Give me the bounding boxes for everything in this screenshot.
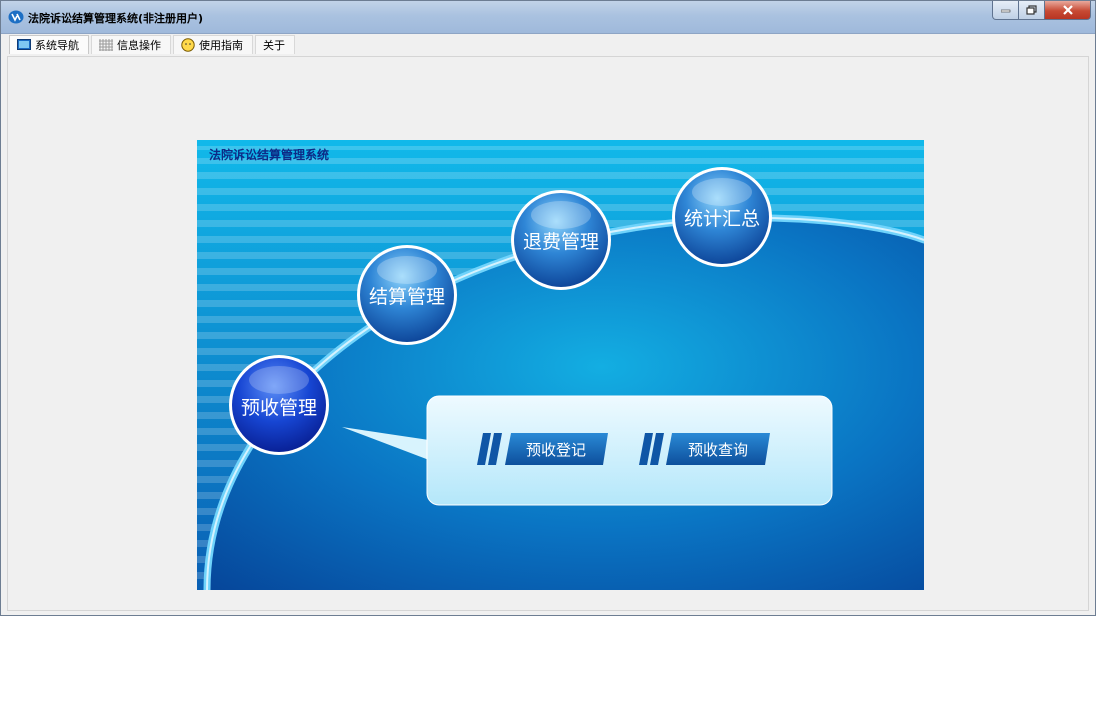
- restore-icon: [1026, 5, 1037, 15]
- menu-label: 信息操作: [117, 39, 161, 52]
- circle-label: 统计汇总: [684, 208, 760, 230]
- prepay-register-button[interactable]: 预收登记: [477, 433, 608, 465]
- monitor-icon: [17, 39, 31, 50]
- circle-prepay-mgmt[interactable]: 预收管理: [229, 355, 329, 455]
- app-logo-icon: [8, 10, 24, 24]
- menu-bar: 系统导航 信息操作 使用指南 关于: [9, 35, 297, 55]
- action-label: 预收查询: [688, 441, 748, 459]
- restore-button[interactable]: [1019, 1, 1045, 20]
- minimize-icon: [1000, 9, 1010, 13]
- circle-refund-mgmt[interactable]: 退费管理: [511, 190, 611, 290]
- circle-label: 退费管理: [523, 231, 599, 253]
- menu-system-nav[interactable]: 系统导航: [9, 35, 89, 54]
- help-smiley-icon: [181, 38, 195, 52]
- prepay-query-button[interactable]: 预收查询: [639, 433, 770, 465]
- circle-statistics[interactable]: 统计汇总: [672, 167, 772, 267]
- window-controls: [992, 1, 1091, 20]
- menu-user-guide[interactable]: 使用指南: [173, 35, 253, 54]
- banner-title: 法院诉讼结算管理系统: [209, 147, 329, 162]
- close-icon: [1062, 5, 1073, 15]
- minimize-button[interactable]: [992, 1, 1019, 20]
- nav-banner-graphic: 法院诉讼结算管理系统 预收管理 结算管理 退费管理 统计汇总 预收登记 预收查询: [197, 140, 924, 590]
- menu-info-ops[interactable]: 信息操作: [91, 35, 171, 54]
- circle-label: 预收管理: [241, 397, 317, 419]
- menu-label: 关于: [263, 39, 285, 52]
- menu-about[interactable]: 关于: [255, 35, 295, 54]
- window-title: 法院诉讼结算管理系统(非注册用户): [28, 12, 204, 25]
- nav-banner: 法院诉讼结算管理系统 预收管理 结算管理 退费管理 统计汇总 预收登记 预收查询: [197, 140, 924, 590]
- action-label: 预收登记: [526, 441, 586, 459]
- close-button[interactable]: [1045, 1, 1091, 20]
- circle-settlement-mgmt[interactable]: 结算管理: [357, 245, 457, 345]
- menu-label: 系统导航: [35, 39, 79, 52]
- title-bar[interactable]: 法院诉讼结算管理系统(非注册用户): [1, 1, 1095, 34]
- grid-icon: [99, 39, 113, 51]
- circle-label: 结算管理: [369, 286, 445, 308]
- menu-label: 使用指南: [199, 39, 243, 52]
